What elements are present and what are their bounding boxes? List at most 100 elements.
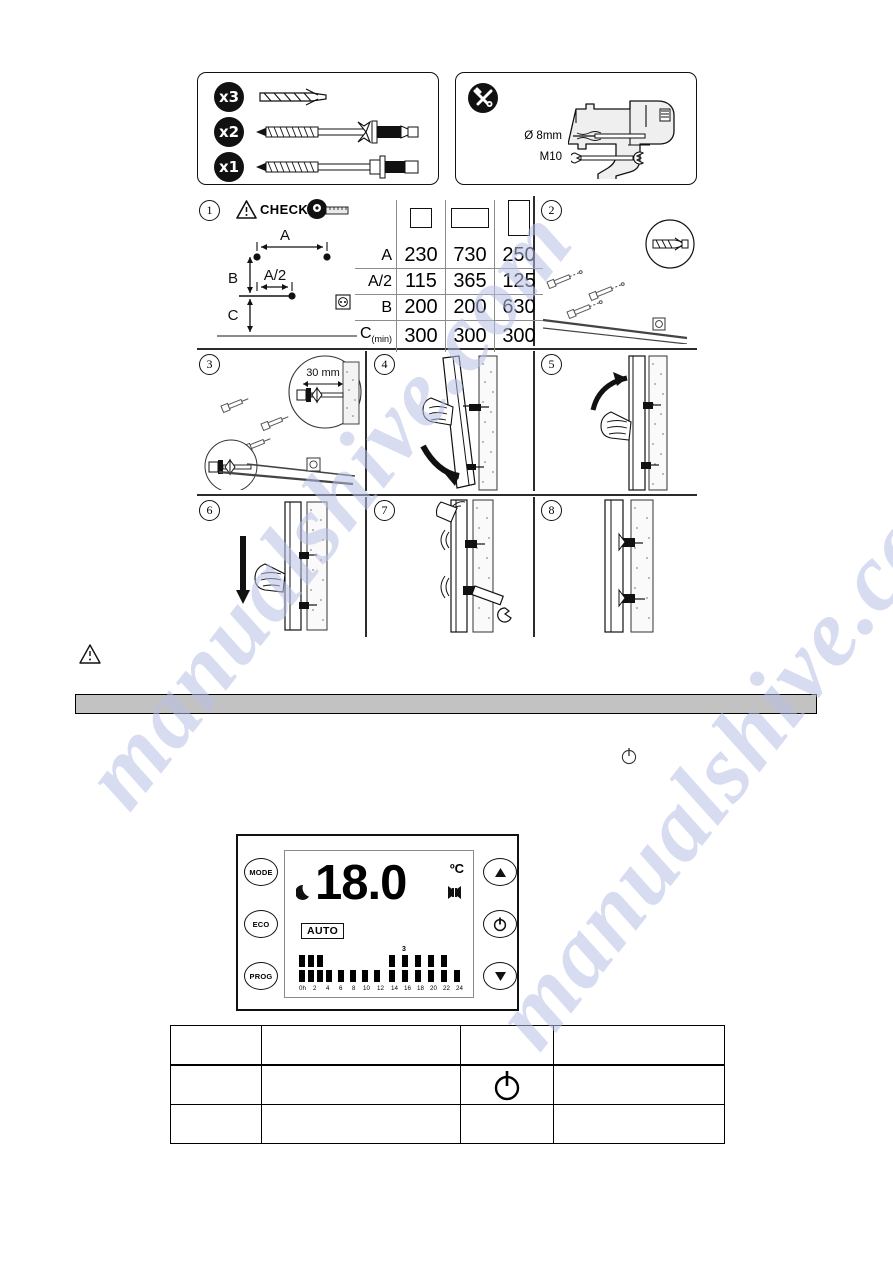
legend-cell bbox=[170, 1064, 262, 1105]
table-row bbox=[170, 1025, 725, 1066]
bar-lower bbox=[317, 970, 323, 982]
right-button-column bbox=[477, 836, 521, 1013]
cell-b-3: 630 bbox=[494, 294, 543, 321]
hour-label: 22 bbox=[443, 985, 450, 992]
tall-rectangle-icon bbox=[508, 200, 530, 236]
wide-rectangle-icon bbox=[451, 208, 489, 228]
mode-button[interactable]: MODE bbox=[244, 858, 278, 886]
step-number-5: 5 bbox=[541, 354, 562, 375]
bar-upper bbox=[299, 955, 305, 967]
bar-upper bbox=[415, 955, 421, 967]
tape-measure-icon bbox=[306, 198, 350, 220]
step5-panel-lift-scene bbox=[581, 354, 697, 492]
header-corner bbox=[355, 200, 397, 243]
hour-label: 24 bbox=[456, 985, 463, 992]
step6-panel-lower-scene bbox=[233, 500, 353, 632]
step3-bolt-mount-scene bbox=[203, 396, 363, 490]
bar-upper bbox=[389, 955, 395, 967]
wall-plug-icon bbox=[256, 87, 334, 107]
section-warning-triangle-icon bbox=[78, 643, 102, 665]
instruction-steps-grid: 1 CHECK A B A/2 C A 230 730 250 A/2 115 … bbox=[197, 196, 697, 640]
thermostat-control-panel: MODE ECO PROG 18.0 ºC AUTO 3 0h 2 4 6 8 … bbox=[236, 834, 519, 1011]
bar-lower bbox=[415, 970, 421, 982]
hour-label: 0h bbox=[299, 985, 306, 992]
drill-bit-size-label: Ø 8mm bbox=[524, 130, 562, 142]
legend-cell bbox=[553, 1104, 725, 1144]
step-number-8: 8 bbox=[541, 500, 562, 521]
program-bar-graph: 3 bbox=[299, 946, 463, 983]
dimension-table: A 230 730 250 A/2 115 365 125 B 200 200 … bbox=[355, 200, 543, 353]
hour-label: 8 bbox=[352, 985, 356, 992]
legend-cell bbox=[170, 1025, 262, 1066]
lcd-display: 18.0 ºC AUTO 3 0h 2 4 6 8 10 12 14 16 18… bbox=[284, 850, 474, 998]
cell-b-1: 200 bbox=[396, 294, 446, 321]
bar-lower bbox=[389, 970, 395, 982]
hour-label: 20 bbox=[430, 985, 437, 992]
legend-cell bbox=[261, 1064, 461, 1105]
row-label-c: C(min) bbox=[355, 320, 397, 353]
bar-lower bbox=[441, 970, 447, 982]
open-window-detection-icon bbox=[446, 885, 463, 900]
grid-hrule-2 bbox=[197, 494, 697, 496]
power-button[interactable] bbox=[483, 910, 517, 938]
table-header-row bbox=[355, 200, 543, 243]
eco-button[interactable]: ECO bbox=[244, 910, 278, 938]
step7-tighten-nut-scene bbox=[419, 498, 537, 634]
cell-a-1: 230 bbox=[396, 243, 446, 269]
bar-lower bbox=[308, 970, 314, 982]
section-header-band bbox=[75, 694, 817, 714]
toggle-bolt-icon bbox=[254, 120, 426, 144]
table-row bbox=[170, 1064, 725, 1105]
step-number-6: 6 bbox=[199, 500, 220, 521]
legend-cell-power-icon bbox=[460, 1064, 554, 1105]
tools-cross-icon bbox=[468, 83, 498, 113]
moon-icon bbox=[296, 883, 312, 901]
power-standby-icon bbox=[492, 916, 508, 932]
step-number-3: 3 bbox=[199, 354, 220, 375]
hour-label: 18 bbox=[417, 985, 424, 992]
legend-cell bbox=[261, 1104, 461, 1144]
power-standby-icon bbox=[620, 746, 638, 766]
cell-c-2: 300 bbox=[445, 320, 495, 353]
prog-button[interactable]: PROG bbox=[244, 962, 278, 990]
wall-socket-icon bbox=[335, 294, 351, 310]
hour-label: 14 bbox=[391, 985, 398, 992]
spanner-size-label: M10 bbox=[539, 151, 562, 163]
bar-lower bbox=[338, 970, 344, 982]
cell-a2-3: 125 bbox=[494, 268, 543, 295]
svg-text:A/2: A/2 bbox=[264, 267, 287, 284]
bar-lower bbox=[374, 970, 380, 982]
bar-lower bbox=[402, 970, 408, 982]
cell-a2-1: 115 bbox=[396, 268, 446, 295]
grid-vrule-r2-a bbox=[365, 351, 367, 491]
svg-text:30 mm: 30 mm bbox=[306, 367, 340, 379]
cell-a-3: 250 bbox=[494, 243, 543, 269]
top-boxes-row: x3 x2 x1 Ø 8mm M10 bbox=[197, 72, 697, 187]
legend-cell bbox=[553, 1025, 725, 1066]
row-label-a: A bbox=[355, 243, 397, 269]
small-square-icon bbox=[410, 208, 432, 228]
hour-label: 12 bbox=[377, 985, 384, 992]
row-label-b: B bbox=[355, 294, 397, 321]
bar-upper bbox=[402, 955, 408, 967]
bar-upper bbox=[317, 955, 323, 967]
tools-box: Ø 8mm M10 bbox=[455, 72, 697, 185]
decrease-button[interactable] bbox=[483, 962, 517, 990]
bar-lower bbox=[428, 970, 434, 982]
parts-box: x3 x2 x1 bbox=[197, 72, 439, 185]
legend-cell bbox=[460, 1025, 554, 1066]
bar-lower bbox=[326, 970, 332, 982]
bar-lower bbox=[454, 970, 460, 982]
qty-badge-x3: x3 bbox=[214, 82, 244, 112]
table-row: A/2 115 365 125 bbox=[355, 268, 543, 295]
qty-badge-x1: x1 bbox=[214, 152, 244, 182]
program-marker-number: 3 bbox=[402, 946, 406, 953]
bar-upper bbox=[441, 955, 447, 967]
svg-text:A: A bbox=[280, 227, 290, 244]
step8-final-mounted-scene bbox=[575, 498, 693, 634]
cell-b-2: 200 bbox=[445, 294, 495, 321]
row-label-a2: A/2 bbox=[355, 268, 397, 295]
temperature-value: 18.0 bbox=[315, 856, 407, 910]
bar-lower bbox=[299, 970, 305, 982]
increase-button[interactable] bbox=[483, 858, 517, 886]
